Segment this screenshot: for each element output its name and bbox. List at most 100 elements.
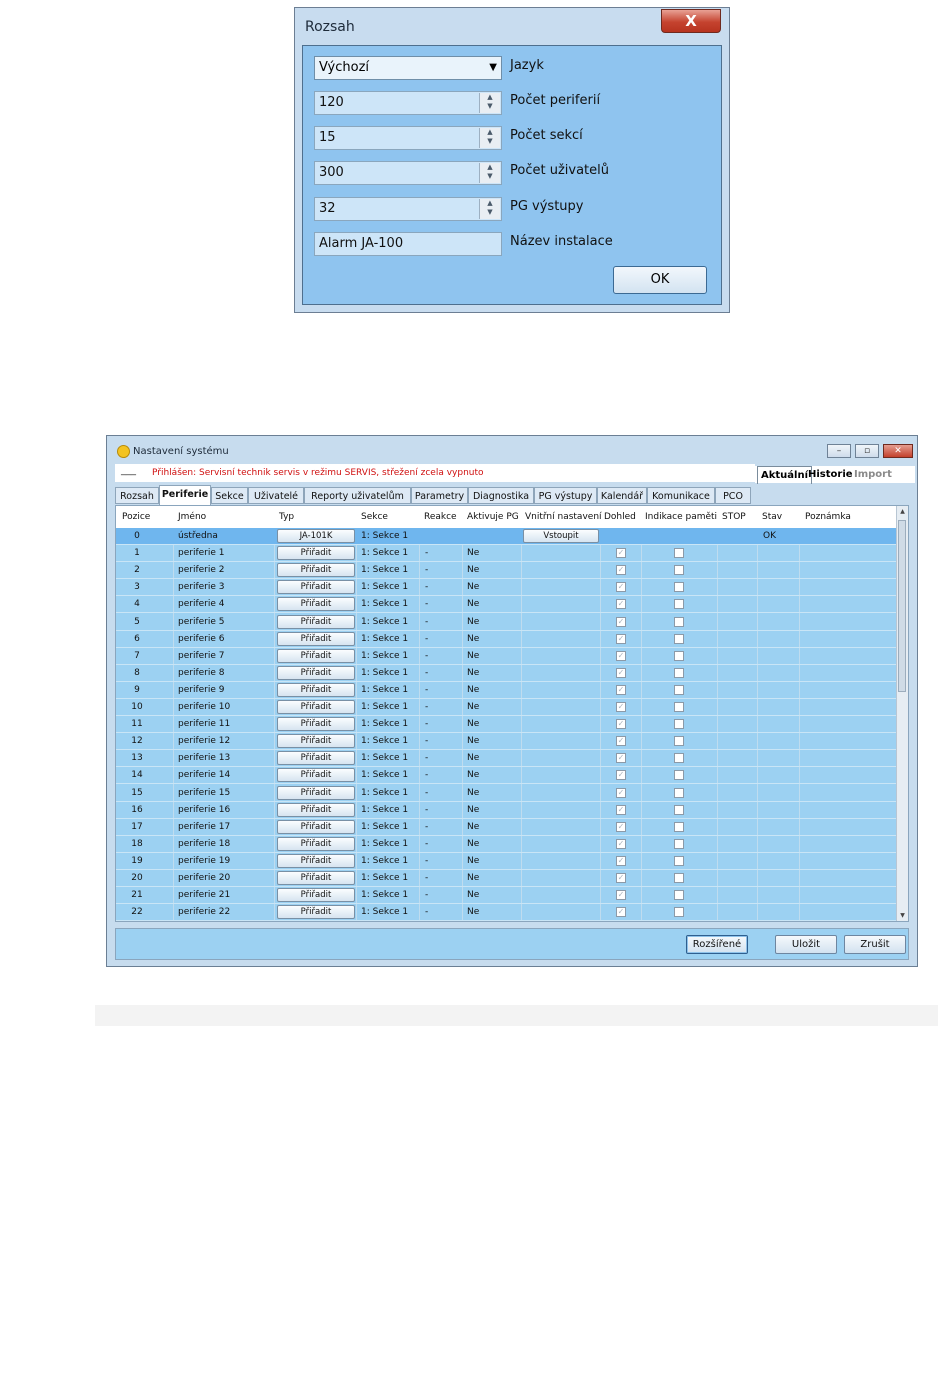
type-button[interactable]: Přiřadit [277,631,355,646]
memory-indication-checkbox[interactable] [674,855,684,866]
memory-indication-checkbox[interactable] [674,753,684,764]
table-row[interactable]: 8 periferie 8 Přiřadit 1: Sekce 1 - Ne ✓ [116,665,901,682]
type-button[interactable]: Přiřadit [277,871,355,885]
section-count-field[interactable]: 15 ▲ ▼ [314,126,502,150]
advanced-button[interactable]: Rozšířené [686,935,748,954]
tab-sekce[interactable]: Sekce [211,487,248,504]
column-header-sekce[interactable]: Sekce [361,512,388,522]
ok-button[interactable]: OK [613,266,707,294]
tab-history[interactable]: Historie [805,466,856,483]
enter-button[interactable]: Vstoupit [523,529,599,543]
spinner-icon[interactable]: ▲ ▼ [479,93,500,113]
column-header-dohled[interactable]: Dohled [604,512,636,522]
scroll-thumb[interactable] [898,520,906,692]
type-button[interactable]: Přiřadit [277,853,355,868]
minimize-button[interactable]: – [827,444,851,458]
memory-indication-checkbox[interactable] [674,616,684,627]
type-button[interactable]: Přiřadit [277,580,355,595]
table-row[interactable]: 12 periferie 12 Přiřadit 1: Sekce 1 - Ne ✓ [116,733,901,751]
column-header-stop[interactable]: STOP [722,512,746,522]
type-button[interactable]: Přiřadit [277,734,355,749]
type-button[interactable]: Přiřadit [277,597,355,612]
memory-indication-checkbox[interactable] [674,907,684,918]
column-header-pozice[interactable]: Pozice [122,512,150,522]
type-button[interactable]: Přiřadit [277,768,355,783]
supervision-checkbox[interactable]: ✓ [616,804,626,815]
spinner-icon[interactable]: ▲ ▼ [479,163,500,183]
supervision-checkbox[interactable]: ✓ [616,770,626,781]
tab-pg-vystupy[interactable]: PG výstupy [534,487,597,504]
type-button[interactable]: Přiřadit [277,888,355,903]
table-row[interactable]: 10 periferie 10 Přiřadit 1: Sekce 1 - Ne ✓ [116,699,901,716]
supervision-checkbox[interactable]: ✓ [616,821,626,832]
memory-indication-checkbox[interactable] [674,582,684,593]
table-row[interactable]: 11 periferie 11 Přiřadit 1: Sekce 1 - Ne ✓ [116,716,901,734]
supervision-checkbox[interactable]: ✓ [616,582,626,593]
memory-indication-checkbox[interactable] [674,667,684,678]
type-button[interactable]: Přiřadit [277,751,355,766]
tab-reporty[interactable]: Reporty uživatelům [304,487,411,504]
supervision-checkbox[interactable]: ✓ [616,753,626,764]
spinner-icon[interactable]: ▲ ▼ [479,128,500,148]
memory-indication-checkbox[interactable] [674,565,684,576]
table-row[interactable]: 14 periferie 14 Přiřadit 1: Sekce 1 - Ne ✓ [116,767,901,785]
table-row[interactable]: 3 periferie 3 Přiřadit 1: Sekce 1 - Ne ✓ [116,579,901,597]
supervision-checkbox[interactable]: ✓ [616,633,626,644]
type-button[interactable]: Přiřadit [277,665,355,680]
memory-indication-checkbox[interactable] [674,650,684,661]
tab-periferie[interactable]: Periferie [159,485,211,505]
type-button[interactable]: Přiřadit [277,905,355,920]
memory-indication-checkbox[interactable] [674,838,684,849]
memory-indication-checkbox[interactable] [674,736,684,747]
table-row[interactable]: 1 periferie 1 Přiřadit 1: Sekce 1 - Ne ✓ [116,545,901,563]
tab-kalendar[interactable]: Kalendář [597,487,647,504]
memory-indication-checkbox[interactable] [674,873,684,883]
supervision-checkbox[interactable]: ✓ [616,667,626,678]
table-row[interactable]: 17 periferie 17 Přiřadit 1: Sekce 1 - Ne ✓ [116,819,901,836]
table-row[interactable]: 16 periferie 16 Přiřadit 1: Sekce 1 - Ne ✓ [116,802,901,819]
tab-actual[interactable]: Aktuální [757,466,813,484]
supervision-checkbox[interactable]: ✓ [616,838,626,849]
supervision-checkbox[interactable]: ✓ [616,873,626,883]
tab-pco[interactable]: PCO [715,487,751,504]
memory-indication-checkbox[interactable] [674,548,684,559]
table-row[interactable]: 19 periferie 19 Přiřadit 1: Sekce 1 - Ne ✓ [116,853,901,870]
memory-indication-checkbox[interactable] [674,890,684,901]
supervision-checkbox[interactable]: ✓ [616,616,626,627]
type-button[interactable]: Přiřadit [277,836,355,851]
memory-indication-checkbox[interactable] [674,702,684,712]
supervision-checkbox[interactable]: ✓ [616,736,626,747]
supervision-checkbox[interactable]: ✓ [616,890,626,901]
memory-indication-checkbox[interactable] [674,804,684,815]
supervision-checkbox[interactable]: ✓ [616,787,626,798]
column-header-poznamka[interactable]: Poznámka [805,512,851,522]
column-header-typ[interactable]: Typ [279,512,294,522]
table-row[interactable]: 2 periferie 2 Přiřadit 1: Sekce 1 - Ne ✓ [116,562,901,580]
column-header-stav[interactable]: Stav [762,512,782,522]
table-row[interactable]: 15 periferie 15 Přiřadit 1: Sekce 1 - Ne ✓ [116,785,901,802]
memory-indication-checkbox[interactable] [674,684,684,695]
tab-diagnostika[interactable]: Diagnostika [468,487,534,504]
spinner-icon[interactable]: ▲ ▼ [479,199,500,219]
column-header-reakce[interactable]: Reakce [424,512,457,522]
type-button[interactable]: JA-101K [277,529,355,543]
table-row[interactable]: 9 periferie 9 Přiřadit 1: Sekce 1 - Ne ✓ [116,682,901,699]
cancel-button[interactable]: Zrušit [844,935,906,954]
type-button[interactable]: Přiřadit [277,819,355,834]
table-row[interactable]: 13 periferie 13 Přiřadit 1: Sekce 1 - Ne ✓ [116,750,901,768]
type-button[interactable]: Přiřadit [277,802,355,817]
close-button[interactable]: ✕ [883,444,913,458]
user-count-field[interactable]: 300 ▲ ▼ [314,161,502,185]
table-row[interactable]: 21 periferie 21 Přiřadit 1: Sekce 1 - Ne ✓ [116,887,901,905]
column-header-aktivuje-pg[interactable]: Aktivuje PG [467,512,519,522]
table-row[interactable]: 22 periferie 22 Přiřadit 1: Sekce 1 - Ne ✓ [116,904,901,921]
column-header-jmeno[interactable]: Jméno [178,512,206,522]
type-button[interactable]: Přiřadit [277,700,355,714]
table-row[interactable]: 6 periferie 6 Přiřadit 1: Sekce 1 - Ne ✓ [116,631,901,648]
table-row[interactable]: 0 ústředna JA-101K 1: Sekce 1 Vstoupit OK [116,528,901,545]
supervision-checkbox[interactable]: ✓ [616,702,626,712]
scroll-up-icon[interactable]: ▲ [898,508,907,515]
vertical-scrollbar[interactable]: ▲ ▼ [896,506,908,921]
type-button[interactable]: Přiřadit [277,785,355,800]
supervision-checkbox[interactable]: ✓ [616,565,626,576]
